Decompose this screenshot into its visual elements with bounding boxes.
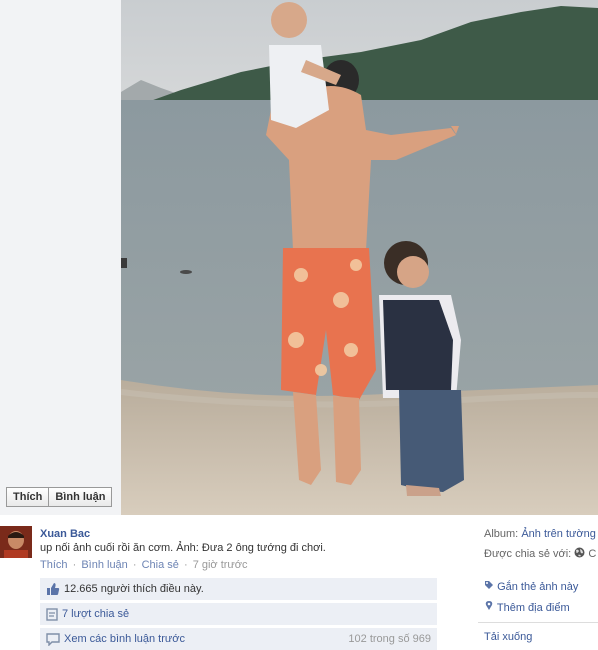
separator-dot: ·	[72, 559, 77, 571]
post-actions-line: Thích · Bình luận · Chia sẻ · 7 giờ trướ…	[40, 559, 248, 571]
post-caption: up nối ảnh cuối rồi ăn cơm. Ảnh: Đưa 2 ô…	[40, 542, 326, 554]
view-previous-comments-row: Xem các bình luận trước 102 trong số 969	[40, 628, 437, 650]
comment-bubble-icon	[46, 632, 60, 646]
post-photo[interactable]	[121, 0, 598, 515]
view-previous-comments-link[interactable]: Xem các bình luận trước	[64, 633, 185, 645]
avatar-image	[0, 526, 32, 558]
comment-button[interactable]: Bình luận	[49, 487, 113, 507]
likes-count-text[interactable]: 12.665 người thích điều này.	[64, 583, 204, 595]
post-share-link[interactable]: Chia sẻ	[142, 559, 179, 571]
shared-with-trailing: C	[588, 548, 597, 560]
location-pin-icon	[485, 601, 493, 610]
album-link[interactable]: Ảnh trên tường	[521, 528, 596, 540]
album-label: Album:	[484, 528, 519, 540]
globe-icon[interactable]	[574, 547, 585, 558]
shared-with-label: Được chia sẻ với:	[484, 548, 572, 560]
sidebar-divider	[478, 622, 598, 623]
avatar[interactable]	[0, 526, 32, 558]
download-item[interactable]: Tải xuống	[484, 631, 532, 643]
post-like-link[interactable]: Thích	[40, 559, 68, 571]
add-location-link[interactable]: Thêm địa điểm	[497, 602, 570, 614]
shares-row: 7 lượt chia sẻ	[40, 603, 437, 625]
beach-photo-image	[121, 0, 598, 515]
thumbs-up-icon	[47, 583, 60, 595]
tag-icon	[485, 581, 493, 589]
post-timestamp[interactable]: 7 giờ trước	[193, 559, 248, 571]
add-location-item[interactable]: Thêm địa điểm	[484, 600, 570, 614]
tag-photo-item[interactable]: Gắn thẻ ảnh này	[484, 580, 578, 593]
photo-viewer-left-margin	[0, 0, 121, 515]
post-comment-link[interactable]: Bình luận	[81, 559, 127, 571]
like-button[interactable]: Thích	[6, 487, 50, 507]
tag-photo-link[interactable]: Gắn thẻ ảnh này	[497, 581, 578, 593]
shared-with-info: Được chia sẻ với: C	[484, 547, 596, 560]
comment-count: 102 trong số 969	[348, 633, 431, 645]
album-info: Album: Ảnh trên tường	[484, 528, 596, 540]
post-author-name[interactable]: Xuan Bac	[40, 528, 90, 540]
photo-action-buttons: Thích Bình luận	[6, 487, 113, 507]
shares-count-link[interactable]: 7 lượt chia sẻ	[62, 608, 129, 620]
separator-dot: ·	[132, 559, 137, 571]
download-link[interactable]: Tải xuống	[484, 631, 532, 643]
likes-row: 12.665 người thích điều này.	[40, 578, 437, 600]
share-icon	[46, 607, 58, 621]
separator-dot: ·	[183, 559, 188, 571]
